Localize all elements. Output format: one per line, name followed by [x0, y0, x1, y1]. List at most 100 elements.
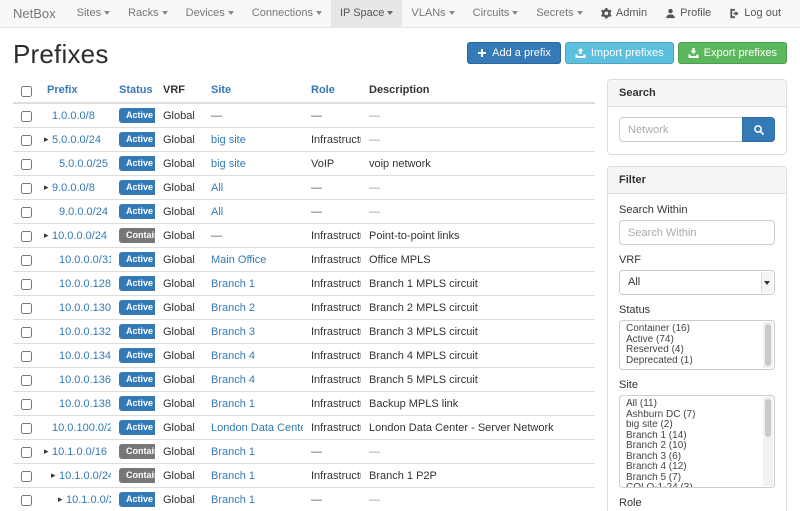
site-multiselect[interactable]: All (11)Ashburn DC (7)big site (2)Branch…: [619, 395, 775, 488]
row-checkbox[interactable]: [21, 279, 32, 290]
site-link[interactable]: Branch 3: [211, 326, 255, 338]
row-checkbox[interactable]: [21, 183, 32, 194]
select-option[interactable]: big site (2): [626, 420, 758, 431]
select-option[interactable]: Branch 1 (14): [626, 431, 758, 442]
prefix-link[interactable]: 10.0.0.0/31: [59, 254, 111, 266]
brand-logo[interactable]: NetBox: [13, 0, 56, 27]
table-row: 10.0.100.0/24ActiveGlobalLondon Data Cen…: [13, 416, 595, 440]
nav-item-racks[interactable]: Racks: [119, 0, 177, 27]
select-option[interactable]: Deprecated (1): [626, 356, 758, 367]
caret-right-icon: ▸: [51, 470, 59, 481]
vrf-select[interactable]: All: [619, 270, 775, 295]
scrollbar[interactable]: [763, 322, 773, 368]
sort-link-status[interactable]: Status: [119, 84, 153, 96]
scrollbar-thumb[interactable]: [765, 324, 771, 366]
sort-link-site[interactable]: Site: [211, 84, 231, 96]
status-multiselect[interactable]: Container (16)Active (74)Reserved (4)Dep…: [619, 320, 775, 370]
row-checkbox[interactable]: [21, 303, 32, 314]
site-link[interactable]: Branch 2: [211, 302, 255, 314]
add-prefix-button[interactable]: Add a prefix: [467, 42, 561, 64]
prefix-link[interactable]: 5.0.0.0/24: [52, 134, 101, 146]
prefix-link[interactable]: 1.0.0.0/8: [52, 110, 95, 122]
select-option[interactable]: Ashburn DC (7): [626, 410, 758, 421]
nav-item-profile[interactable]: Profile: [656, 0, 720, 27]
caret-right-icon: ▸: [44, 134, 52, 145]
site-link[interactable]: Branch 4: [211, 374, 255, 386]
search-button[interactable]: [742, 117, 775, 142]
sort-link-prefix[interactable]: Prefix: [47, 84, 78, 96]
prefix-link[interactable]: 10.0.0.132/31: [59, 326, 111, 338]
site-link[interactable]: Branch 1: [211, 278, 255, 290]
nav-item-sites[interactable]: Sites: [68, 0, 119, 27]
nav-item-admin[interactable]: Admin: [592, 0, 656, 27]
nav-item-vlans[interactable]: VLANs: [402, 0, 463, 27]
table-row: 10.0.0.136/31ActiveGlobalBranch 4Infrast…: [13, 368, 595, 392]
select-option[interactable]: All (11): [626, 399, 758, 410]
prefix-link[interactable]: 10.1.0.0/25: [66, 494, 111, 506]
row-checkbox[interactable]: [21, 255, 32, 266]
row-checkbox[interactable]: [21, 159, 32, 170]
status-badge: Active: [119, 348, 155, 363]
row-checkbox[interactable]: [21, 351, 32, 362]
scrollbar[interactable]: [763, 397, 773, 486]
site-link[interactable]: Branch 1: [211, 398, 255, 410]
select-option[interactable]: Reserved (4): [626, 345, 758, 356]
prefix-link[interactable]: 10.0.0.138/31: [59, 398, 111, 410]
gear-icon: [601, 8, 612, 19]
select-option[interactable]: Branch 5 (7): [626, 473, 758, 484]
search-input[interactable]: [619, 117, 742, 142]
nav-item-connections[interactable]: Connections: [243, 0, 331, 27]
prefix-link[interactable]: 9.0.0.0/24: [59, 206, 108, 218]
row-checkbox[interactable]: [21, 447, 32, 458]
select-dropdown-control[interactable]: [761, 272, 773, 293]
row-checkbox[interactable]: [21, 207, 32, 218]
row-checkbox[interactable]: [21, 471, 32, 482]
prefix-link[interactable]: 5.0.0.0/25: [59, 158, 108, 170]
site-link[interactable]: All: [211, 182, 223, 194]
select-all-checkbox[interactable]: [21, 86, 32, 97]
select-option[interactable]: COLO-1-24 (3): [626, 483, 758, 488]
row-checkbox[interactable]: [21, 495, 32, 506]
prefix-link[interactable]: 10.0.0.0/24: [52, 230, 107, 242]
select-option[interactable]: Branch 4 (12): [626, 462, 758, 473]
prefix-link[interactable]: 10.1.0.0/16: [52, 446, 107, 458]
select-option[interactable]: Active (74): [626, 335, 758, 346]
prefix-link[interactable]: 10.0.0.130/31: [59, 302, 111, 314]
prefix-link[interactable]: 10.0.0.134/31: [59, 350, 111, 362]
nav-item-secrets[interactable]: Secrets: [527, 0, 591, 27]
row-checkbox[interactable]: [21, 375, 32, 386]
nav-item-logout[interactable]: Log out: [720, 0, 790, 27]
prefix-link[interactable]: 9.0.0.0/8: [52, 182, 95, 194]
prefix-link[interactable]: 10.0.0.128/31: [59, 278, 111, 290]
prefix-link[interactable]: 10.0.100.0/24: [52, 422, 111, 434]
site-link[interactable]: London Data Center: [211, 422, 303, 434]
row-checkbox[interactable]: [21, 423, 32, 434]
site-link[interactable]: Branch 4: [211, 350, 255, 362]
export-prefixes-button[interactable]: Export prefixes: [678, 42, 787, 64]
import-prefixes-button[interactable]: Import prefixes: [565, 42, 674, 64]
site-link[interactable]: big site: [211, 134, 246, 146]
row-checkbox[interactable]: [21, 231, 32, 242]
search-within-input[interactable]: [619, 220, 775, 245]
row-checkbox[interactable]: [21, 399, 32, 410]
sort-link-role[interactable]: Role: [311, 84, 335, 96]
scrollbar-thumb[interactable]: [765, 399, 771, 437]
nav-item-circuits[interactable]: Circuits: [464, 0, 528, 27]
site-link[interactable]: big site: [211, 158, 246, 170]
row-checkbox[interactable]: [21, 327, 32, 338]
nav-item-devices[interactable]: Devices: [177, 0, 243, 27]
prefix-link[interactable]: 10.1.0.0/24: [59, 470, 111, 482]
prefix-link[interactable]: 10.0.0.136/31: [59, 374, 111, 386]
nav-item-ip-space[interactable]: IP Space: [331, 0, 402, 27]
select-option[interactable]: Branch 3 (6): [626, 452, 758, 463]
select-option[interactable]: Branch 2 (10): [626, 441, 758, 452]
site-link[interactable]: All: [211, 206, 223, 218]
site-link[interactable]: Branch 1: [211, 446, 255, 458]
select-option[interactable]: Container (16): [626, 324, 758, 335]
site-link[interactable]: Branch 1: [211, 470, 255, 482]
row-checkbox[interactable]: [21, 135, 32, 146]
site-link[interactable]: Main Office: [211, 254, 266, 266]
description-cell: Branch 5 MPLS circuit: [361, 368, 595, 392]
row-checkbox[interactable]: [21, 111, 32, 122]
site-link[interactable]: Branch 1: [211, 494, 255, 506]
